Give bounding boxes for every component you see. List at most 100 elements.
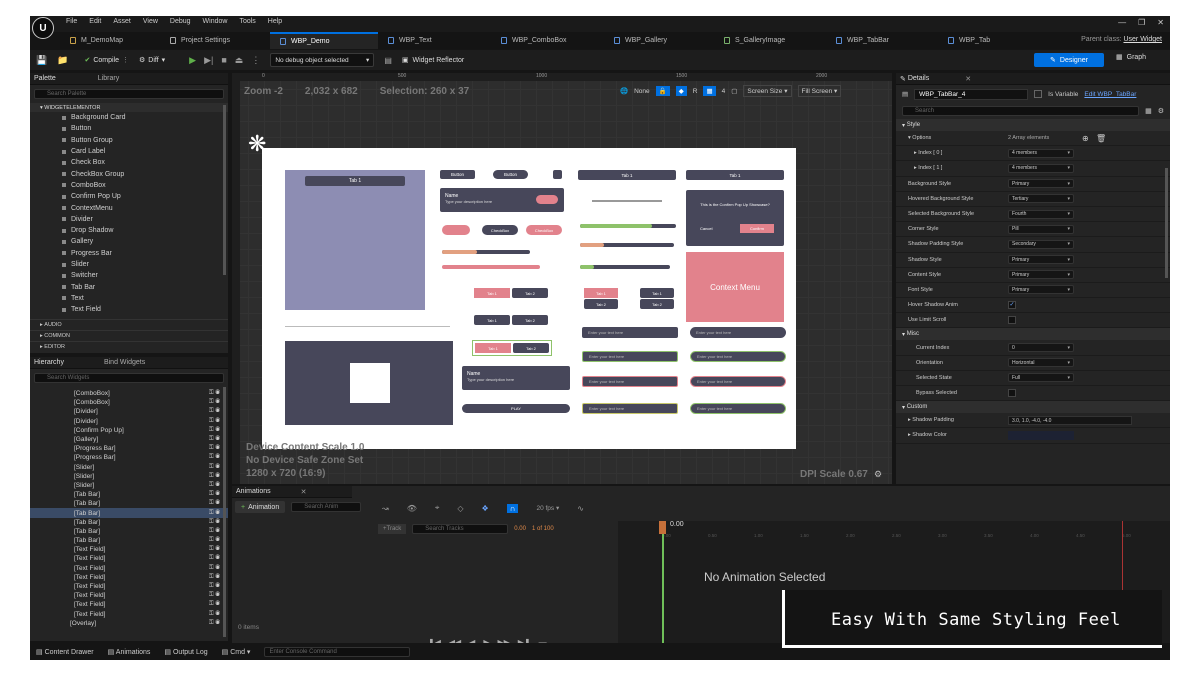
palette-item[interactable]: Switcher xyxy=(30,270,228,281)
menu-tools[interactable]: Tools xyxy=(239,18,255,25)
hierarchy-item[interactable]: [Overlay] ⚿ ◉ xyxy=(30,619,228,628)
shadow-padding-field[interactable]: 3.0, 1.0, -4.0, -4.0 xyxy=(1008,415,1132,425)
visibility-eye-icon[interactable]: ⚿ ◉ xyxy=(209,583,220,590)
hierarchy-item[interactable]: [Text Field] ⚿ ◉ xyxy=(30,600,228,609)
hover-shadow-checkbox[interactable]: ✓ xyxy=(1008,301,1016,310)
visibility-eye-icon[interactable]: ⚿ ◉ xyxy=(209,390,220,397)
section-style[interactable]: ▾ Style xyxy=(896,119,1170,131)
bypass-selected-checkbox[interactable] xyxy=(1008,389,1016,398)
hierarchy-item[interactable]: [Tab Bar] ⚿ ◉ xyxy=(30,508,228,518)
visibility-eye-icon[interactable]: ⚿ ◉ xyxy=(209,427,220,434)
hierarchy-item[interactable]: [Text Field] ⚿ ◉ xyxy=(30,545,228,554)
magnet-icon[interactable]: ∩ xyxy=(506,503,519,513)
menu-asset[interactable]: Asset xyxy=(113,18,131,25)
text-field-8[interactable]: Enter your text here xyxy=(690,403,786,414)
palette-item[interactable]: Button xyxy=(30,123,228,134)
details-view-icon[interactable]: ▦ xyxy=(1145,107,1152,115)
tab-wbp-tabbar[interactable]: WBP_TabBar xyxy=(826,32,938,49)
visibility-eye-icon[interactable]: ⚿ ◉ xyxy=(209,528,220,535)
visibility-eye-icon[interactable]: ⚿ ◉ xyxy=(209,445,220,452)
hierarchy-item[interactable]: [Divider] ⚿ ◉ xyxy=(30,407,228,416)
respect-locks-icon[interactable]: ◆ xyxy=(675,86,687,96)
palette-item[interactable]: Text xyxy=(30,293,228,304)
details-tab[interactable]: Details xyxy=(908,75,929,82)
shadow-color-swatch[interactable] xyxy=(1008,430,1074,440)
style-property-select[interactable]: Pill xyxy=(1008,224,1074,234)
slider-line[interactable] xyxy=(592,200,662,202)
checkbox-3[interactable]: CheckBox xyxy=(526,225,562,235)
parent-class-link[interactable]: User Widget xyxy=(1123,36,1162,43)
palette-item[interactable]: Drop Shadow xyxy=(30,225,228,236)
palette-category[interactable]: ▾ WIDGETELEMENTOR xyxy=(30,103,228,112)
menu-debug[interactable]: Debug xyxy=(170,18,191,25)
combobox-mock[interactable]: Tab 1 xyxy=(305,176,405,186)
palette-item[interactable]: ContextMenu xyxy=(30,202,228,213)
hierarchy-item[interactable]: [Tab Bar] ⚿ ◉ xyxy=(30,518,228,527)
text-field-5[interactable]: Enter your text here xyxy=(582,376,678,387)
tab-wbp-tab[interactable]: WBP_Tab xyxy=(938,32,1018,49)
misc-property-select[interactable]: Full xyxy=(1008,373,1074,383)
visibility-eye-icon[interactable]: ⚿ ◉ xyxy=(209,418,220,425)
style-property-select[interactable]: Fourth xyxy=(1008,209,1074,219)
palette-item[interactable]: ComboBox xyxy=(30,180,228,191)
misc-property-select[interactable]: 0 xyxy=(1008,343,1074,353)
details-search[interactable]: Search xyxy=(902,106,1140,116)
button-pill-mock[interactable]: Button xyxy=(493,170,528,179)
checkbox-2[interactable]: CheckBox xyxy=(482,225,518,235)
slider-3[interactable] xyxy=(580,265,670,269)
hierarchy-item[interactable]: [Tab Bar] ⚿ ◉ xyxy=(30,536,228,545)
palette-section-common[interactable]: ▸ COMMON xyxy=(30,330,228,341)
context-menu-mock[interactable]: Context Menu xyxy=(686,252,784,322)
compile-button[interactable]: ✔ Compile ⋮ xyxy=(84,56,129,65)
text-field-1[interactable]: Enter your text here xyxy=(582,327,678,338)
snap-icon[interactable]: ⌖ xyxy=(435,503,440,513)
add-element-icon[interactable]: ⊕ xyxy=(1082,134,1089,143)
text-field-3[interactable]: Enter your text here xyxy=(582,351,678,362)
visibility-eye-icon[interactable]: ⚿ ◉ xyxy=(209,592,220,599)
visibility-eye-icon[interactable]: ⚿ ◉ xyxy=(209,565,220,572)
more-icon[interactable]: ⋮ xyxy=(251,55,260,66)
dpi-scale[interactable]: DPI Scale 0.67 xyxy=(800,469,868,480)
visibility-eye-icon[interactable]: ⚿ ◉ xyxy=(209,546,220,553)
bind-widgets-tab[interactable]: Bind Widgets xyxy=(104,359,145,366)
palette-item[interactable]: CheckBox Group xyxy=(30,168,228,179)
grid-icon[interactable]: ▦ xyxy=(703,86,716,96)
fill-screen-select[interactable]: Fill Screen ▾ xyxy=(797,85,842,97)
combobox-mock-2[interactable]: Tab 1 xyxy=(578,170,676,180)
palette-item[interactable]: Divider xyxy=(30,214,228,225)
palette-item[interactable]: Background Card xyxy=(30,112,228,123)
diff-button[interactable]: ⚙ Diff ▾ xyxy=(139,56,165,65)
section-misc[interactable]: ▾ Misc xyxy=(896,328,1170,341)
icon-button-mock[interactable] xyxy=(553,170,562,179)
stop-icon[interactable]: ■ xyxy=(221,55,226,65)
tab-wbp-gallery[interactable]: WBP_Gallery xyxy=(604,32,714,49)
object-name-field[interactable]: WBP_TabBar_4 xyxy=(914,88,1029,100)
hierarchy-item[interactable]: [Progress Bar] ⚿ ◉ xyxy=(30,444,228,453)
hierarchy-item[interactable]: [Progress Bar] ⚿ ◉ xyxy=(30,453,228,462)
visibility-eye-icon[interactable]: ⚿ ◉ xyxy=(209,473,220,480)
key-icon[interactable]: ◇ xyxy=(457,504,463,513)
content-drawer-button[interactable]: ▤ Content Drawer xyxy=(36,648,94,656)
minimize-icon[interactable]: — xyxy=(1118,18,1126,27)
widget-reflector-button[interactable]: ▣ Widget Reflector xyxy=(402,56,464,65)
palette-scrollbar[interactable] xyxy=(223,105,226,275)
slider-2[interactable] xyxy=(580,243,674,247)
current-time[interactable]: 0.00 xyxy=(514,526,526,532)
save-icon[interactable]: 💾 xyxy=(36,55,47,66)
hierarchy-item[interactable]: [Slider] ⚿ ◉ xyxy=(30,472,228,481)
hierarchy-item[interactable]: [Text Field] ⚿ ◉ xyxy=(30,573,228,582)
hierarchy-scrollbar[interactable] xyxy=(223,387,226,637)
vertical-tab-bar-2[interactable]: Tab 1 Tab 2 xyxy=(640,288,674,309)
hierarchy-search[interactable]: Search Widgets xyxy=(34,373,224,383)
menu-edit[interactable]: Edit xyxy=(89,18,101,25)
menu-view[interactable]: View xyxy=(143,18,158,25)
palette-item[interactable]: Check Box xyxy=(30,157,228,168)
index-0-row[interactable]: ▸ Index [ 0 ] 4 members xyxy=(896,146,1170,162)
visibility-eye-icon[interactable]: ⚿ ◉ xyxy=(209,454,220,461)
tab-s-galleryimage[interactable]: S_GalleryImage xyxy=(714,32,826,49)
background-card[interactable] xyxy=(285,170,425,310)
tab-bar-1[interactable]: Tab 1 Tab 2 xyxy=(474,288,548,298)
hierarchy-item[interactable]: [Confirm Pop Up] ⚿ ◉ xyxy=(30,426,228,435)
visibility-eye-icon[interactable]: ⚿ ◉ xyxy=(209,408,220,415)
hierarchy-item[interactable]: [Divider] ⚿ ◉ xyxy=(30,417,228,426)
